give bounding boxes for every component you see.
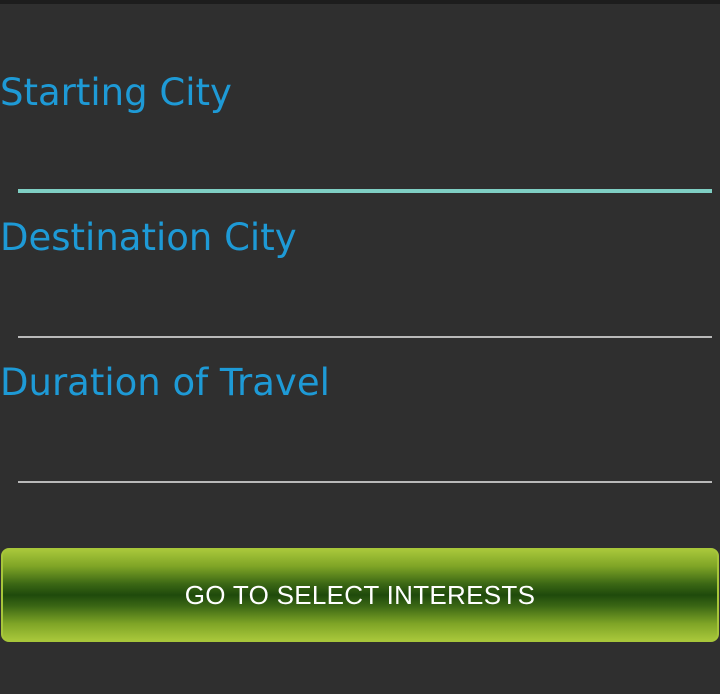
status-bar-edge [0, 0, 720, 4]
starting-city-input[interactable] [18, 143, 712, 193]
go-to-select-interests-button[interactable]: GO TO SELECT INTERESTS [1, 548, 719, 642]
duration-of-travel-label: Duration of Travel [0, 361, 330, 404]
duration-of-travel-input[interactable] [18, 433, 712, 483]
destination-city-input[interactable] [18, 288, 712, 338]
starting-city-label: Starting City [0, 71, 232, 114]
destination-city-label: Destination City [0, 216, 297, 259]
go-to-select-interests-label: GO TO SELECT INTERESTS [184, 579, 536, 610]
